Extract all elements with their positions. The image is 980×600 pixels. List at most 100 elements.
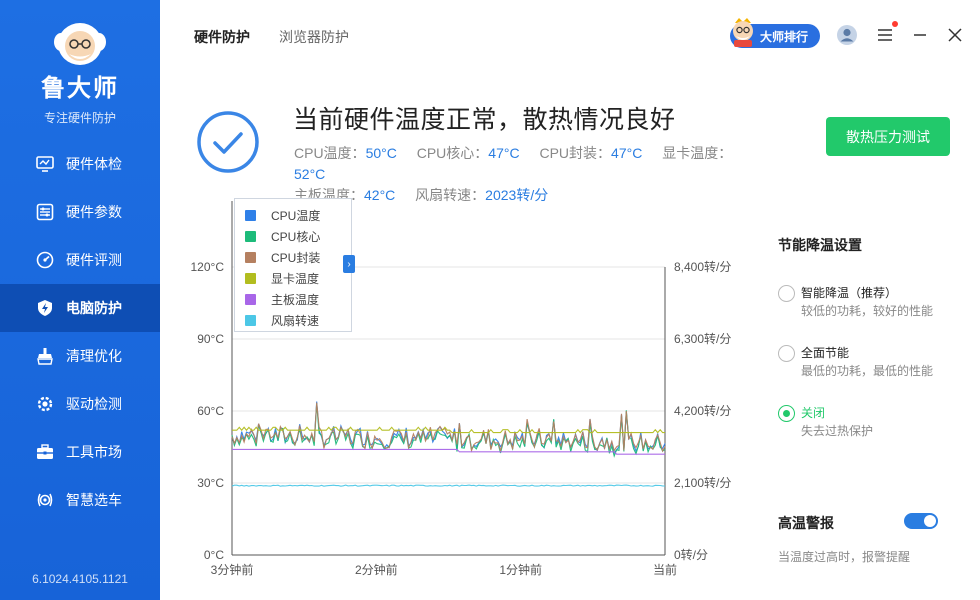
sidebar-item-tool-market[interactable]: 工具市场	[0, 428, 160, 476]
cpu-package-label: CPU封装：	[539, 145, 612, 161]
legend-item[interactable]: CPU温度	[245, 205, 351, 226]
cpu-core-label: CPU核心：	[416, 145, 489, 161]
master-ranking-label: 大师排行	[760, 29, 809, 44]
sidebar-item-label: 电脑防护	[66, 300, 122, 316]
sidebar-item-cleanup[interactable]: 清理优化	[0, 332, 160, 380]
tab-hardware-protection[interactable]: 硬件防护	[194, 27, 250, 47]
option-title: 关闭	[801, 406, 826, 420]
toolbox-icon	[36, 443, 54, 461]
legend-collapse-button[interactable]: ›	[343, 255, 355, 273]
option-desc: 较低的功耗，较好的性能	[801, 304, 934, 318]
sidebar-item-label: 硬件评测	[66, 252, 122, 268]
legend-item[interactable]: CPU封装	[245, 247, 351, 268]
sidebar-item-label: 硬件参数	[66, 204, 122, 220]
y-left-tick-label: 60°C	[197, 404, 224, 418]
y-right-tick-label: 6,300转/分	[674, 331, 731, 346]
cpu-core-value: 47°C	[488, 145, 520, 161]
gpu-temp-label: 显卡温度：	[662, 145, 733, 161]
legend-item[interactable]: 显卡温度	[245, 268, 351, 289]
series-line	[232, 448, 665, 455]
legend-swatch	[245, 252, 256, 263]
y-right-tick-label: 0转/分	[674, 547, 708, 562]
steering-wheel-icon	[36, 491, 54, 509]
sidebar-item-label: 驱动检测	[66, 396, 122, 412]
legend-label: CPU核心	[271, 230, 321, 244]
legend-swatch	[245, 231, 256, 242]
legend-label: 主板温度	[271, 293, 320, 307]
legend-item[interactable]: 风扇转速	[245, 310, 351, 331]
x-tick-label: 1分钟前	[499, 562, 542, 577]
shield-lightning-icon	[36, 299, 54, 317]
monitor-icon	[36, 155, 54, 173]
sidebar-nav: 硬件体检 硬件参数 硬件评测 电脑防护 清理优化 驱动检测 工具市场 智慧选车	[0, 140, 160, 524]
sidebar-item-hardware-params[interactable]: 硬件参数	[0, 188, 160, 236]
sidebar: 鲁大师 专注硬件防护 硬件体检 硬件参数 硬件评测 电脑防护 清理优化 驱动检测…	[0, 0, 160, 600]
sidebar-item-label: 硬件体检	[66, 156, 122, 172]
cpu-package-value: 47°C	[611, 145, 643, 161]
x-tick-label: 2分钟前	[355, 562, 398, 577]
readings-row: CPU温度：50°C CPU核心：47°C CPU封装：47°C 显卡温度：52…	[294, 143, 764, 185]
gear-chip-icon	[36, 395, 54, 413]
high-temp-alarm-desc: 当温度过高时，报警提醒	[778, 550, 911, 564]
y-left-tick-label: 120°C	[191, 260, 225, 274]
sidebar-item-hardware-benchmark[interactable]: 硬件评测	[0, 236, 160, 284]
speedometer-icon	[36, 251, 54, 269]
logo-face-icon	[54, 23, 106, 65]
legend-item[interactable]: CPU核心	[245, 226, 351, 247]
broom-icon	[36, 347, 54, 365]
check-circle-icon	[197, 111, 259, 173]
tab-browser-protection[interactable]: 浏览器防护	[279, 27, 349, 47]
notification-dot	[892, 21, 898, 27]
stress-test-button[interactable]: 散热压力测试	[826, 117, 950, 156]
option-title: 全面节能	[801, 346, 850, 360]
x-tick-label: 3分钟前	[211, 562, 254, 577]
sidebar-item-hardware-check[interactable]: 硬件体检	[0, 140, 160, 188]
cpu-temp-label: CPU温度：	[294, 145, 366, 161]
y-left-tick-label: 30°C	[197, 476, 224, 490]
legend-label: CPU封装	[271, 251, 321, 265]
legend-label: CPU温度	[271, 209, 321, 223]
user-avatar-icon[interactable]	[836, 24, 858, 46]
x-tick-label: 当前	[653, 562, 677, 577]
cpu-temp-value: 50°C	[365, 145, 397, 161]
gpu-temp-value: 52°C	[294, 166, 326, 182]
y-left-tick-label: 90°C	[197, 332, 224, 346]
minimize-icon[interactable]	[909, 24, 931, 46]
brand-slogan: 专注硬件防护	[43, 111, 116, 125]
legend-label: 风扇转速	[271, 314, 320, 328]
series-line	[232, 426, 665, 434]
radio-circle-selected	[778, 405, 795, 422]
option-title: 智能降温（推荐）	[801, 286, 898, 300]
sidebar-item-pc-protection[interactable]: 电脑防护	[0, 284, 160, 332]
y-right-tick-label: 2,100转/分	[674, 475, 731, 490]
logo: 鲁大师 专注硬件防护	[0, 18, 160, 126]
legend-label: 显卡温度	[271, 272, 320, 286]
top-bar: 硬件防护 浏览器防护 大师排行	[160, 0, 980, 70]
y-right-tick-label: 4,200转/分	[674, 403, 731, 418]
sidebar-item-label: 清理优化	[66, 348, 122, 364]
brand-name: 鲁大师	[41, 75, 119, 102]
cooling-settings-title: 节能降温设置	[778, 237, 862, 253]
menu-icon[interactable]	[874, 24, 896, 46]
close-icon[interactable]	[944, 24, 966, 46]
master-ranking-button[interactable]: 大师排行	[730, 18, 820, 48]
status-title: 当前硬件温度正常，散热情况良好	[293, 106, 676, 134]
y-left-tick-label: 0°C	[204, 548, 224, 562]
chart-legend: CPU温度 CPU核心 CPU封装 显卡温度 主板温度 风扇转速	[234, 198, 352, 332]
high-temp-alarm-title: 高温警报	[778, 515, 834, 531]
option-desc: 最低的功耗，最低的性能	[801, 364, 934, 378]
series-line	[231, 402, 666, 453]
legend-swatch	[245, 273, 256, 284]
version-label: 6.1024.4105.1121	[32, 572, 128, 586]
master-avatar-icon	[733, 18, 753, 47]
high-temp-alarm-toggle[interactable]	[904, 513, 938, 529]
sidebar-item-label: 智慧选车	[66, 492, 122, 508]
sidebar-item-driver-check[interactable]: 驱动检测	[0, 380, 160, 428]
sidebar-item-label: 工具市场	[66, 444, 122, 460]
sidebar-item-smart-car[interactable]: 智慧选车	[0, 476, 160, 524]
option-desc: 失去过热保护	[801, 424, 874, 438]
legend-swatch	[245, 210, 256, 221]
series-line	[231, 484, 666, 487]
legend-item[interactable]: 主板温度	[245, 289, 351, 310]
legend-swatch	[245, 315, 256, 326]
